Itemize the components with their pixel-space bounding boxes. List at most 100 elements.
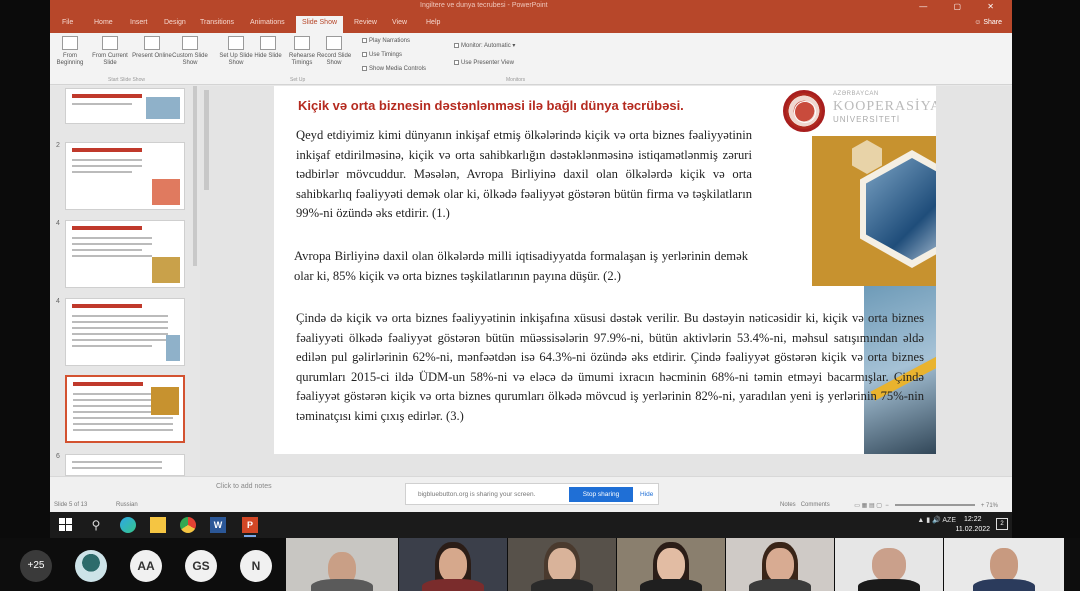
university-seal-icon bbox=[783, 90, 825, 132]
thumbnails-scrollbar[interactable] bbox=[193, 86, 197, 266]
play-narrations-label: Play Narrations bbox=[369, 38, 411, 45]
tab-home[interactable]: Home bbox=[94, 19, 113, 26]
notifications-icon[interactable]: 2 bbox=[996, 518, 1008, 530]
participant-video-tile[interactable] bbox=[944, 538, 1064, 591]
thumbnail-number: 4 bbox=[56, 298, 60, 305]
powerpoint-app-icon[interactable]: P bbox=[242, 517, 258, 537]
from-beginning-label: From Beginning bbox=[56, 53, 84, 66]
logo-line-3: UNİVERSİTETİ bbox=[833, 115, 901, 124]
slide-paragraph-1: Qeyd etdiyimiz kimi dünyanın inkişaf etm… bbox=[296, 128, 752, 221]
clock-time: 12:22 bbox=[963, 516, 982, 523]
record-icon bbox=[326, 36, 342, 50]
status-bar: Click to add notes Slide 5 of 13 Russian… bbox=[50, 476, 1012, 512]
use-timings-label: Use Timings bbox=[369, 52, 403, 59]
ribbon-tabs: File Home Insert Design Transitions Anim… bbox=[50, 16, 1012, 33]
presenter-view-label: Use Presenter View bbox=[461, 60, 514, 67]
notes-button-label: Notes bbox=[780, 502, 796, 508]
slide-thumbnail[interactable] bbox=[65, 142, 185, 210]
hide-slide-icon bbox=[260, 36, 276, 50]
from-current-button[interactable]: From Current Slide bbox=[90, 36, 130, 67]
edge-browser-icon[interactable] bbox=[120, 517, 136, 533]
zoom-level: 71% bbox=[985, 503, 998, 509]
system-tray[interactable]: ▲ ▮ 🔊 AZE bbox=[917, 516, 956, 524]
logo-line-1: AZƏRBAYCAN bbox=[833, 91, 879, 97]
tab-design[interactable]: Design bbox=[164, 19, 186, 26]
thumbnail-number: 4 bbox=[56, 220, 60, 227]
thumbnail-number: 6 bbox=[56, 453, 60, 460]
timer-icon bbox=[294, 36, 310, 50]
file-explorer-icon[interactable] bbox=[150, 517, 166, 533]
windows-start-icon[interactable] bbox=[58, 517, 74, 533]
shared-screen: Ingiltere ve dunya tecrubesi - PowerPoin… bbox=[50, 0, 1012, 538]
tab-animations[interactable]: Animations bbox=[250, 19, 285, 26]
slide-paragraph-2: Avropa Birliyinə daxil olan ölkələrdə mi… bbox=[294, 249, 748, 283]
custom-show-icon bbox=[182, 36, 198, 50]
current-slide: Kiçik və orta biznesin dəstənlənməsi ilə… bbox=[274, 86, 936, 454]
chrome-browser-icon[interactable] bbox=[180, 517, 196, 533]
thumbnail-number: 2 bbox=[56, 142, 60, 149]
word-app-icon[interactable]: W bbox=[210, 517, 226, 533]
zoom-slider[interactable] bbox=[894, 504, 975, 507]
tab-slide-show[interactable]: Slide Show bbox=[296, 16, 344, 33]
more-participants-button[interactable]: +25 bbox=[20, 550, 52, 582]
presenter-view-check[interactable]: Use Presenter View bbox=[454, 60, 514, 66]
participant-video-tile[interactable] bbox=[286, 538, 398, 591]
slide-title: Kiçik və orta biznesin dəstənlənməsi ilə… bbox=[298, 98, 684, 113]
clock-date: 11.02.2022 bbox=[955, 526, 990, 533]
zoom-controls[interactable]: ▭ ▦ ▤ ▢ − + 71% bbox=[854, 502, 998, 509]
hide-slide-label: Hide Slide bbox=[254, 53, 282, 59]
present-online-label: Present Online bbox=[132, 53, 172, 59]
show-media-label: Show Media Controls bbox=[369, 66, 427, 73]
tab-file[interactable]: File bbox=[62, 19, 73, 26]
taskbar-clock[interactable]: 12:22 11.02.2022 bbox=[955, 515, 990, 535]
participant-video-tile[interactable] bbox=[508, 538, 616, 591]
participant-initials[interactable]: N bbox=[240, 550, 272, 582]
slide-thumbnails-pane: 2 4 4 6 bbox=[50, 86, 200, 476]
tab-help[interactable]: Help bbox=[426, 19, 440, 26]
logo-line-2: KOOPERASİYA bbox=[833, 99, 936, 114]
search-icon[interactable]: ⚲ bbox=[88, 517, 104, 533]
hide-banner-link[interactable]: Hide bbox=[640, 491, 653, 498]
present-online-button[interactable]: Present Online bbox=[132, 36, 172, 60]
group-monitors-label: Monitors bbox=[506, 77, 526, 83]
tab-insert[interactable]: Insert bbox=[130, 19, 148, 26]
editor-scrollbar[interactable] bbox=[204, 90, 209, 190]
window-title: Ingiltere ve dunya tecrubesi - PowerPoin… bbox=[420, 2, 548, 9]
show-media-check[interactable]: Show Media Controls bbox=[362, 66, 426, 72]
use-timings-check[interactable]: Use Timings bbox=[362, 52, 402, 58]
notes-comments-buttons[interactable]: Notes Comments bbox=[780, 502, 830, 508]
stop-sharing-button[interactable]: Stop sharing bbox=[569, 487, 633, 502]
slide-thumbnail[interactable] bbox=[65, 298, 185, 366]
screen-share-banner: bigbluebutton.org is sharing your screen… bbox=[405, 483, 659, 505]
participant-video-tile[interactable] bbox=[835, 538, 943, 591]
share-button[interactable]: ☺ Share bbox=[974, 19, 1002, 26]
record-button[interactable]: Record Slide Show bbox=[314, 36, 354, 67]
slide-thumbnail-current[interactable] bbox=[65, 375, 185, 443]
participant-initials[interactable]: GS bbox=[185, 550, 217, 582]
participant-video-tile[interactable] bbox=[399, 538, 507, 591]
monitor-label: Monitor: bbox=[461, 43, 483, 49]
tab-transitions[interactable]: Transitions bbox=[200, 19, 234, 26]
participant-avatar[interactable] bbox=[75, 550, 107, 582]
from-beginning-button[interactable]: From Beginning bbox=[50, 36, 90, 67]
participant-video-tile[interactable] bbox=[726, 538, 834, 591]
notes-placeholder[interactable]: Click to add notes bbox=[216, 483, 272, 490]
comments-button-label: Comments bbox=[800, 502, 830, 508]
tab-view[interactable]: View bbox=[392, 19, 407, 26]
participant-initials[interactable]: AA bbox=[130, 550, 162, 582]
monitor-select[interactable]: Monitor: Automatic ▾ bbox=[454, 42, 515, 49]
play-narrations-check[interactable]: Play Narrations bbox=[362, 38, 410, 44]
present-online-icon bbox=[144, 36, 160, 50]
custom-show-button[interactable]: Custom Slide Show bbox=[170, 36, 210, 67]
keyboard-language[interactable]: AZE bbox=[942, 517, 956, 524]
monitor-value: Automatic bbox=[484, 43, 511, 49]
slide-paragraph-3: Çində də kiçik və orta biznes fəaliyyəti… bbox=[296, 311, 924, 423]
tab-review[interactable]: Review bbox=[354, 19, 377, 26]
slide-thumbnail[interactable] bbox=[65, 454, 185, 476]
participant-video-tile[interactable] bbox=[617, 538, 725, 591]
slide-thumbnail[interactable] bbox=[65, 88, 185, 124]
language-indicator[interactable]: Russian bbox=[116, 502, 138, 508]
window-controls[interactable]: — ▢ ✕ bbox=[919, 2, 1006, 11]
handshake-image bbox=[812, 136, 936, 286]
slide-thumbnail[interactable] bbox=[65, 220, 185, 288]
